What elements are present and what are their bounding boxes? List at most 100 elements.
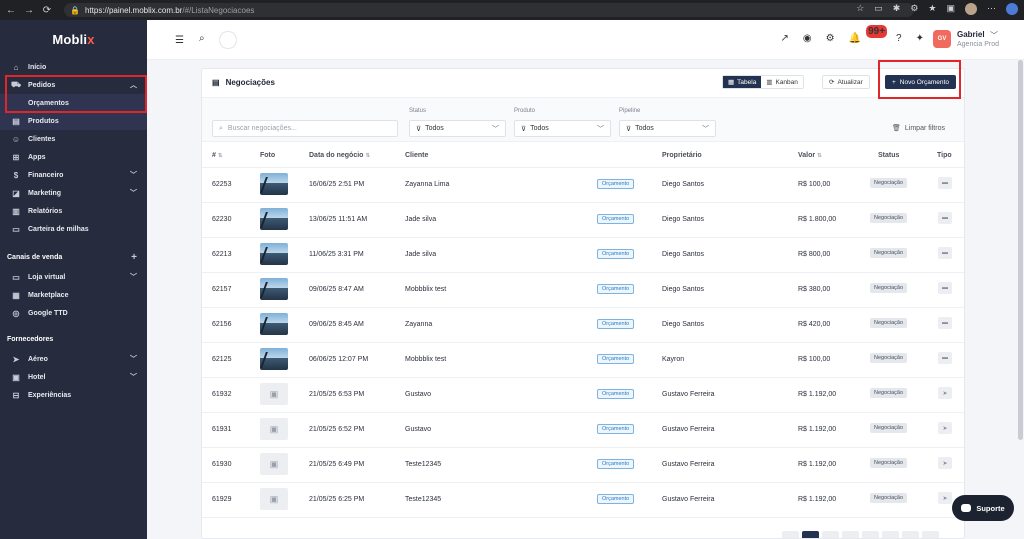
page-scrollbar[interactable] bbox=[1018, 60, 1023, 440]
sidebar-item-financeiro[interactable]: $ Financeiro ﹀ bbox=[0, 166, 147, 184]
card-type-icon[interactable]: ▬ bbox=[938, 247, 952, 259]
sidebar-item-apps[interactable]: ⊞ Apps bbox=[0, 148, 147, 166]
cell-client: Mobbblix test bbox=[405, 356, 447, 363]
puzzle-icon[interactable]: ⚙ bbox=[910, 3, 918, 15]
table-row[interactable]: 62253 16/06/25 2:51 PM Zayanna Lima Orçamen… bbox=[202, 168, 964, 203]
help-icon[interactable]: ? bbox=[896, 33, 902, 44]
table-row[interactable]: 61931 ▣ 21/05/25 6:52 PM Gustavo Orçamento Gu… bbox=[202, 413, 964, 448]
user-name[interactable]: Gabriel bbox=[957, 30, 985, 39]
sidebar-item-label: Aéreo bbox=[28, 355, 48, 363]
search-input[interactable]: ⌕ Buscar negociações... bbox=[212, 120, 398, 137]
page-button[interactable] bbox=[882, 531, 899, 538]
sidebar-item-relatorios[interactable]: ▥ Relatórios bbox=[0, 202, 147, 220]
sparkle-icon[interactable]: ✦ bbox=[916, 33, 924, 44]
card-type-icon[interactable]: ▬ bbox=[938, 282, 952, 294]
page-button[interactable] bbox=[822, 531, 839, 538]
send-type-icon[interactable]: ➤ bbox=[938, 387, 952, 399]
address-bar[interactable]: 🔒 https://painel.moblix.com.br/#/ListaNe… bbox=[64, 3, 914, 17]
support-button[interactable]: Suporte bbox=[952, 495, 1014, 521]
send-type-icon[interactable]: ➤ bbox=[938, 422, 952, 434]
cell-value: R$ 100,00 bbox=[798, 356, 831, 363]
menu-icon[interactable]: ☰ bbox=[175, 35, 184, 46]
star-icon[interactable]: ☆ bbox=[856, 3, 864, 15]
table-row[interactable]: 62213 11/06/25 3:31 PM Jade silva Orçamento… bbox=[202, 238, 964, 273]
sidebar-item-carteira[interactable]: ▭ Carteira de milhas bbox=[0, 220, 147, 238]
table-row[interactable]: 61930 ▣ 21/05/25 6:49 PM Teste12345 Orçament… bbox=[202, 448, 964, 483]
back-icon[interactable]: ← bbox=[4, 3, 18, 17]
chevron-down-icon[interactable]: ﹀ bbox=[990, 30, 998, 41]
column-data[interactable]: Data do negócio ⇅ bbox=[309, 152, 370, 159]
sidebar-item-aereo[interactable]: ➤ Aéreo ﹀ bbox=[0, 350, 147, 368]
page-button[interactable] bbox=[782, 531, 799, 538]
external-link-icon[interactable]: ↗ bbox=[781, 33, 789, 44]
users-icon: ☺ bbox=[11, 134, 21, 144]
negociacoes-card: ▤ Negociações ▦ Tabela ▥ Kanban ⟳ Atualizar … bbox=[201, 68, 965, 539]
cell-client: Mobbblix test bbox=[405, 286, 447, 293]
filter-produto-label: Produto bbox=[514, 108, 536, 114]
highlight-box-sidebar bbox=[5, 75, 147, 113]
sort-icon: ⇅ bbox=[365, 153, 371, 159]
sidebar-item-google-ttd[interactable]: ◎ Google TTD bbox=[0, 304, 147, 322]
settings-icon[interactable]: ⚙ bbox=[826, 33, 835, 44]
page-button[interactable] bbox=[902, 531, 919, 538]
filter-pipeline-select[interactable]: ⊽ Todos ﹀ bbox=[619, 120, 716, 137]
page-button[interactable] bbox=[922, 531, 939, 538]
plane-icon: ➤ bbox=[12, 354, 20, 364]
forward-icon[interactable]: → bbox=[22, 3, 36, 17]
status-badge: Negociação bbox=[870, 283, 908, 293]
table-row[interactable]: 62156 09/06/25 8:45 AM Zayanna Orçamento Die… bbox=[202, 308, 964, 343]
send-type-icon[interactable]: ➤ bbox=[938, 457, 952, 469]
quote-badge: Orçamento bbox=[597, 319, 635, 329]
cell-date: 09/06/25 8:45 AM bbox=[309, 321, 364, 328]
clear-filters-button[interactable]: 🗑 Limpar filtros bbox=[892, 124, 945, 133]
page-button[interactable] bbox=[842, 531, 859, 538]
collections-icon[interactable]: ▣ bbox=[946, 3, 955, 15]
table-row[interactable]: 62157 09/06/25 8:47 AM Mobbblix test Orçame… bbox=[202, 273, 964, 308]
refresh-button[interactable]: ⟳ Atualizar bbox=[822, 75, 870, 89]
avatar[interactable]: GV bbox=[933, 30, 951, 48]
split-icon[interactable]: ▭ bbox=[874, 3, 883, 15]
copilot-icon[interactable] bbox=[1006, 3, 1018, 15]
sidebar-item-experiencias[interactable]: ⊟ Experiências bbox=[0, 386, 147, 404]
target-icon[interactable]: ◉ bbox=[803, 33, 812, 44]
sidebar-item-marketing[interactable]: ◪ Marketing ﹀ bbox=[0, 184, 147, 202]
logo[interactable]: Moblix bbox=[0, 20, 147, 58]
browser-avatar[interactable] bbox=[965, 3, 977, 15]
sidebar-item-produtos[interactable]: ▤ Produtos bbox=[0, 112, 147, 130]
card-type-icon[interactable]: ▬ bbox=[938, 177, 952, 189]
status-badge: Negociação bbox=[870, 458, 908, 468]
page-button[interactable] bbox=[862, 531, 879, 538]
plus-icon[interactable]: + bbox=[131, 252, 137, 263]
card-type-icon[interactable]: ▬ bbox=[938, 352, 952, 364]
table-row[interactable]: 61929 ▣ 21/05/25 6:25 PM Teste12345 Orçament… bbox=[202, 483, 964, 518]
card-type-icon[interactable]: ▬ bbox=[938, 212, 952, 224]
search-icon[interactable]: ⌕ bbox=[199, 33, 205, 44]
column-valor[interactable]: Valor ⇅ bbox=[798, 152, 822, 159]
sidebar-item-label: Clientes bbox=[28, 135, 56, 143]
card-type-icon[interactable]: ▬ bbox=[938, 317, 952, 329]
sidebar-item-hotel[interactable]: ▣ Hotel ﹀ bbox=[0, 368, 147, 386]
sidebar-item-inicio[interactable]: ⌂ Início bbox=[0, 58, 147, 76]
column-id[interactable]: # ⇅ bbox=[212, 152, 223, 159]
table-row[interactable]: 62230 13/06/25 11:51 AM Jade silva Orçament… bbox=[202, 203, 964, 238]
sidebar-item-loja-virtual[interactable]: ▭ Loja virtual ﹀ bbox=[0, 268, 147, 286]
logo-text: Moblix bbox=[52, 31, 95, 47]
sidebar-item-marketplace[interactable]: ▦ Marketplace bbox=[0, 286, 147, 304]
more-icon[interactable]: ⋯ bbox=[987, 3, 996, 15]
filter-produto-select[interactable]: ⊽ Todos ﹀ bbox=[514, 120, 611, 137]
cell-date: 21/05/25 6:25 PM bbox=[309, 496, 365, 503]
page-button-active[interactable] bbox=[802, 531, 819, 538]
view-table-button[interactable]: ▦ Tabela bbox=[723, 76, 762, 88]
send-type-icon[interactable]: ➤ bbox=[938, 492, 952, 504]
view-kanban-button[interactable]: ▥ Kanban bbox=[761, 76, 803, 88]
bell-icon[interactable]: 🔔99+ bbox=[849, 25, 888, 44]
image-placeholder-icon: ▣ bbox=[260, 488, 288, 510]
table-row[interactable]: 61932 ▣ 21/05/25 6:53 PM Gustavo Orçamento Gu… bbox=[202, 378, 964, 413]
reload-icon[interactable]: ⟳ bbox=[40, 3, 54, 17]
favorites-icon[interactable]: ★ bbox=[928, 3, 936, 15]
sort-icon: ⇅ bbox=[217, 153, 223, 159]
table-row[interactable]: 62125 06/06/25 12:07 PM Mobbblix test Orçam… bbox=[202, 343, 964, 378]
filter-status-select[interactable]: ⊽ Todos ﹀ bbox=[409, 120, 506, 137]
extension-icon[interactable]: ✱ bbox=[893, 3, 901, 15]
sidebar-item-clientes[interactable]: ☺ Clientes bbox=[0, 130, 147, 148]
